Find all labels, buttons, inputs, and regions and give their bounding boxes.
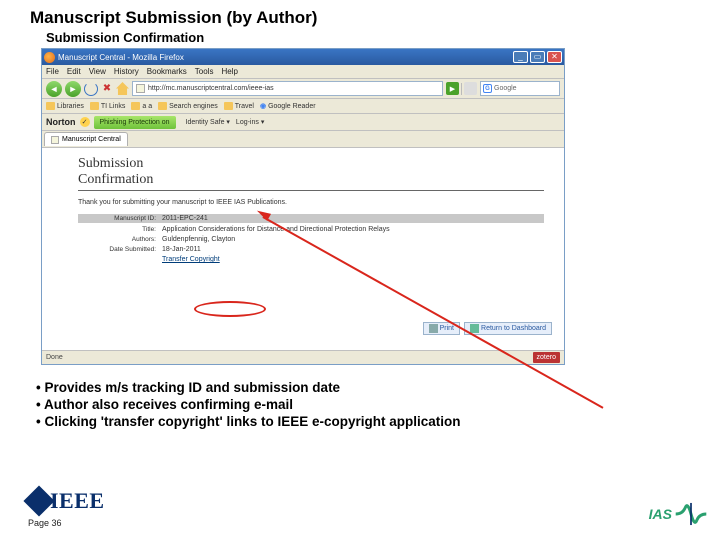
- folder-icon: [131, 102, 140, 110]
- menu-edit[interactable]: Edit: [67, 67, 81, 76]
- menu-bar: File Edit View History Bookmarks Tools H…: [42, 65, 564, 79]
- date-label: Date Submitted:: [78, 246, 162, 253]
- bookmark-item[interactable]: Travel: [224, 102, 254, 110]
- rss-icon: ◉: [260, 102, 266, 110]
- status-bar: Done zotero: [42, 350, 564, 364]
- bullet-item: • Provides m/s tracking ID and submissio…: [36, 380, 460, 395]
- authors-value: Guldenpfennig, Clayton: [162, 236, 544, 243]
- search-box[interactable]: G Google: [480, 81, 560, 96]
- tab-favicon: [51, 136, 59, 144]
- title-value: Application Considerations for Distance …: [162, 226, 544, 233]
- forward-button[interactable]: ►: [65, 81, 81, 97]
- bullet-item: • Clicking 'transfer copyright' links to…: [36, 414, 460, 429]
- toolbar-right-icons: ▶: [446, 82, 477, 95]
- bookmark-item[interactable]: ◉Google Reader: [260, 102, 316, 110]
- print-icon: [429, 324, 438, 333]
- bookmark-item[interactable]: Libraries: [46, 102, 84, 110]
- search-placeholder: Google: [494, 85, 517, 92]
- browser-tab[interactable]: Manuscript Central: [44, 132, 128, 146]
- authors-label: Authors:: [78, 236, 162, 243]
- bookmark-item[interactable]: a a: [131, 102, 152, 110]
- slide-subtitle: Submission Confirmation: [0, 28, 720, 45]
- slide-title: Manuscript Submission (by Author): [0, 0, 720, 28]
- phishing-indicator: Phishing Protection on: [94, 116, 176, 129]
- folder-icon: [224, 102, 233, 110]
- stop-button[interactable]: ✖: [101, 83, 113, 94]
- callout-oval: [194, 301, 266, 317]
- slide-footer: IEEE Page 36 IAS: [28, 488, 708, 528]
- home-button[interactable]: [116, 82, 129, 95]
- bullet-item: • Author also receives confirming e-mail: [36, 397, 460, 412]
- nav-toolbar: ◄ ► ✖ http://mc.manuscriptcentral.com/ie…: [42, 79, 564, 99]
- window-titlebar: Manuscript Central - Mozilla Firefox _ ▭…: [42, 49, 564, 65]
- reload-button[interactable]: [84, 82, 98, 96]
- firefox-icon: [44, 52, 55, 63]
- back-button[interactable]: ◄: [46, 81, 62, 97]
- title-row: Title: Application Considerations for Di…: [78, 226, 544, 233]
- minimize-button[interactable]: _: [513, 51, 528, 63]
- go-button[interactable]: ▶: [446, 82, 459, 95]
- action-buttons: Print Return to Dashboard: [423, 322, 552, 335]
- url-text: http://mc.manuscriptcentral.com/ieee-ias: [148, 85, 274, 92]
- norton-logo: Norton: [46, 117, 76, 127]
- return-icon: [470, 324, 479, 333]
- manuscript-id-row: Manuscript ID: 2011-EPC-241: [78, 214, 544, 223]
- site-favicon: [136, 84, 145, 93]
- ms-id-value: 2011-EPC-241: [162, 215, 544, 222]
- page-content: Submission Confirmation Thank you for su…: [42, 148, 564, 352]
- bookmarks-toolbar: Libraries TI Links a a Search engines Tr…: [42, 99, 564, 114]
- menu-tools[interactable]: Tools: [195, 67, 214, 76]
- menu-view[interactable]: View: [89, 67, 106, 76]
- bookmark-item[interactable]: Search engines: [158, 102, 218, 110]
- zotero-button[interactable]: zotero: [533, 352, 560, 363]
- transfer-copyright-link[interactable]: Transfer Copyright: [162, 256, 220, 263]
- tab-strip: Manuscript Central: [42, 131, 564, 148]
- menu-history[interactable]: History: [114, 67, 139, 76]
- thank-you-text: Thank you for submitting your manuscript…: [78, 199, 544, 206]
- logins-menu[interactable]: Log-ins ▾: [236, 118, 264, 126]
- close-button[interactable]: ✕: [547, 51, 562, 63]
- folder-icon: [46, 102, 55, 110]
- date-value: 18-Jan-2011: [162, 246, 544, 253]
- ias-text: IAS: [649, 506, 672, 522]
- menu-file[interactable]: File: [46, 67, 59, 76]
- ieee-logo: IEEE: [28, 488, 105, 514]
- window-title: Manuscript Central - Mozilla Firefox: [58, 53, 513, 62]
- google-icon: G: [483, 84, 492, 93]
- confirmation-heading: Submission Confirmation: [78, 156, 544, 188]
- transfer-row: Transfer Copyright: [78, 256, 544, 263]
- norton-check-icon: ✓: [80, 117, 90, 127]
- addon-icon[interactable]: [464, 82, 477, 95]
- menu-help[interactable]: Help: [221, 67, 237, 76]
- folder-icon: [90, 102, 99, 110]
- maximize-button[interactable]: ▭: [530, 51, 545, 63]
- identity-safe-menu[interactable]: Identity Safe ▾: [186, 118, 230, 126]
- bookmark-item[interactable]: TI Links: [90, 102, 126, 110]
- address-bar[interactable]: http://mc.manuscriptcentral.com/ieee-ias: [132, 81, 443, 96]
- title-label: Title:: [78, 226, 162, 233]
- folder-icon: [158, 102, 167, 110]
- page-number: Page 36: [28, 518, 105, 528]
- menu-bookmarks[interactable]: Bookmarks: [147, 67, 187, 76]
- date-row: Date Submitted: 18-Jan-2011: [78, 246, 544, 253]
- browser-window: Manuscript Central - Mozilla Firefox _ ▭…: [41, 48, 565, 365]
- tab-label: Manuscript Central: [62, 136, 121, 143]
- status-text: Done: [46, 354, 63, 361]
- divider: [78, 190, 544, 191]
- bullet-list: • Provides m/s tracking ID and submissio…: [36, 380, 460, 431]
- ias-logo: IAS: [649, 500, 708, 528]
- ieee-text: IEEE: [50, 488, 105, 514]
- ms-id-label: Manuscript ID:: [78, 215, 162, 222]
- ias-wave-icon: [674, 500, 708, 528]
- separator: [461, 83, 462, 95]
- norton-toolbar: Norton ✓ Phishing Protection on Identity…: [42, 114, 564, 131]
- return-dashboard-button[interactable]: Return to Dashboard: [464, 322, 552, 335]
